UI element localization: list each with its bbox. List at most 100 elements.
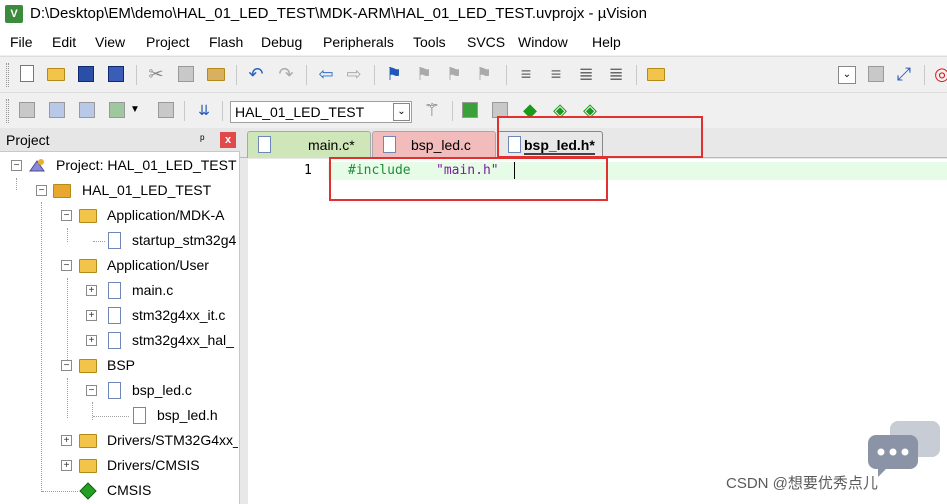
tree-guide-line: [42, 491, 78, 492]
menu-window[interactable]: Window: [518, 34, 568, 50]
load-download-button[interactable]: ⇊: [194, 100, 214, 120]
find-in-files-button[interactable]: [646, 64, 666, 84]
menu-bar: File Edit View Project Flash Debug Perip…: [0, 30, 947, 55]
tree-guide-line: [93, 241, 105, 242]
batch-build-dropdown[interactable]: ▼: [130, 100, 150, 120]
annotation-box-code: [329, 157, 608, 201]
prev-bookmark-button[interactable]: ⚑: [414, 64, 434, 84]
redo-icon: ↷: [278, 64, 294, 84]
cut-button[interactable]: ✂: [146, 64, 166, 84]
tree-item-project[interactable]: − Project: HAL_01_LED_TEST: [0, 154, 238, 179]
menu-help[interactable]: Help: [592, 34, 621, 50]
annotation-box-tab: [497, 116, 703, 158]
menu-file[interactable]: File: [10, 34, 33, 50]
project-panel-header: Project ᵖ x: [0, 128, 240, 152]
indent-icon: ≡: [520, 64, 532, 84]
arrow-right-icon: ⇨: [346, 64, 362, 84]
menu-flash[interactable]: Flash: [209, 34, 243, 50]
expand-icon[interactable]: +: [61, 460, 72, 471]
scissors-icon: ✂: [148, 64, 164, 84]
tree-item-group[interactable]: − Application/MDK-A: [0, 204, 238, 229]
tree-item-file[interactable]: bsp_led.h: [0, 404, 238, 429]
menu-edit[interactable]: Edit: [52, 34, 76, 50]
toolbar-separator: [452, 101, 453, 121]
find-in-files-icon: [647, 68, 665, 81]
navigate-forward-button[interactable]: ⇨: [344, 64, 364, 84]
menu-peripherals[interactable]: Peripherals: [323, 34, 394, 50]
open-file-button[interactable]: [46, 64, 66, 84]
tree-item-file[interactable]: startup_stm32g4: [0, 229, 238, 254]
chat-bubble-icon: [868, 421, 940, 477]
rebuild-button[interactable]: [77, 100, 97, 120]
tree-item-group[interactable]: − BSP: [0, 354, 238, 379]
stop-build-button[interactable]: [156, 100, 176, 120]
save-button[interactable]: [76, 64, 96, 84]
target-options-button[interactable]: ⚚: [422, 100, 442, 120]
tree-item-file[interactable]: + main.c: [0, 279, 238, 304]
comment-button[interactable]: ≣: [576, 64, 596, 84]
toolbar-grip[interactable]: [6, 99, 9, 123]
tree-item-file[interactable]: − bsp_led.c: [0, 379, 238, 404]
chevron-down-icon[interactable]: ⌄: [393, 103, 410, 121]
tab-main-c[interactable]: main.c*: [247, 131, 371, 158]
start-stop-debug-button[interactable]: ◎: [932, 64, 947, 84]
debug-session-button[interactable]: ⤢: [894, 64, 914, 84]
unindent-icon: ≡: [550, 64, 562, 84]
tree-item-target[interactable]: − HAL_01_LED_TEST: [0, 179, 238, 204]
undo-button[interactable]: ↶: [246, 64, 266, 84]
unindent-button[interactable]: ≡: [546, 64, 566, 84]
toolbar-separator: [222, 101, 223, 121]
tree-item-file[interactable]: + stm32g4xx_hal_: [0, 329, 238, 354]
menu-tools[interactable]: Tools: [413, 34, 446, 50]
debug-icon: ⤢: [896, 64, 912, 84]
batch-build-button[interactable]: [107, 100, 127, 120]
collapse-icon[interactable]: −: [36, 185, 47, 196]
expand-icon[interactable]: +: [86, 310, 97, 321]
translate-button[interactable]: [17, 100, 37, 120]
redo-button[interactable]: ↷: [276, 64, 296, 84]
save-all-button[interactable]: [106, 64, 126, 84]
navigate-back-button[interactable]: ⇦: [316, 64, 336, 84]
collapse-icon[interactable]: −: [11, 160, 22, 171]
next-bookmark-button[interactable]: ⚑: [444, 64, 464, 84]
close-icon[interactable]: x: [220, 132, 236, 148]
collapse-icon[interactable]: −: [86, 385, 97, 396]
file-extensions-button[interactable]: [460, 100, 480, 120]
folder-icon: [79, 257, 97, 275]
menu-debug[interactable]: Debug: [261, 34, 302, 50]
folder-icon: [79, 357, 97, 375]
expand-icon[interactable]: +: [86, 285, 97, 296]
indent-button[interactable]: ≡: [516, 64, 536, 84]
menu-view[interactable]: View: [95, 34, 125, 50]
incremental-find-button[interactable]: [866, 64, 886, 84]
build-button[interactable]: [47, 100, 67, 120]
tab-bsp-led-c[interactable]: bsp_led.c: [372, 131, 496, 158]
copy-button[interactable]: [176, 64, 196, 84]
uncomment-button[interactable]: ≣: [606, 64, 626, 84]
tree-item-label: Application/MDK-A: [107, 207, 225, 223]
tree-item-label: main.c: [132, 282, 174, 298]
menu-project[interactable]: Project: [146, 34, 190, 50]
tree-item-group[interactable]: + Drivers/CMSIS: [0, 454, 238, 479]
tree-item-group[interactable]: − Application/User: [0, 254, 238, 279]
collapse-icon[interactable]: −: [61, 360, 72, 371]
tree-item-component[interactable]: CMSIS: [0, 479, 238, 504]
toolbar-grip[interactable]: [6, 63, 9, 87]
find-dropdown-button[interactable]: ⌄: [838, 66, 856, 84]
expand-icon[interactable]: +: [86, 335, 97, 346]
menu-svcs[interactable]: SVCS: [467, 34, 505, 50]
clear-bookmarks-button[interactable]: ⚑: [474, 64, 494, 84]
new-file-button[interactable]: [17, 64, 37, 84]
target-select[interactable]: HAL_01_LED_TEST ⌄: [230, 101, 412, 123]
tree-item-group[interactable]: + Drivers/STM32G4xx_: [0, 429, 238, 454]
tree-item-label: Drivers/CMSIS: [107, 457, 200, 473]
collapse-icon[interactable]: −: [61, 260, 72, 271]
collapse-icon[interactable]: −: [61, 210, 72, 221]
paste-button[interactable]: [206, 64, 226, 84]
expand-icon[interactable]: +: [61, 435, 72, 446]
bookmark-button[interactable]: ⚑: [384, 64, 404, 84]
tree-item-file[interactable]: + stm32g4xx_it.c: [0, 304, 238, 329]
pin-icon[interactable]: ᵖ: [200, 132, 205, 146]
code-editor[interactable]: [328, 159, 947, 504]
prev-bookmark-icon: ⚑: [415, 64, 433, 84]
